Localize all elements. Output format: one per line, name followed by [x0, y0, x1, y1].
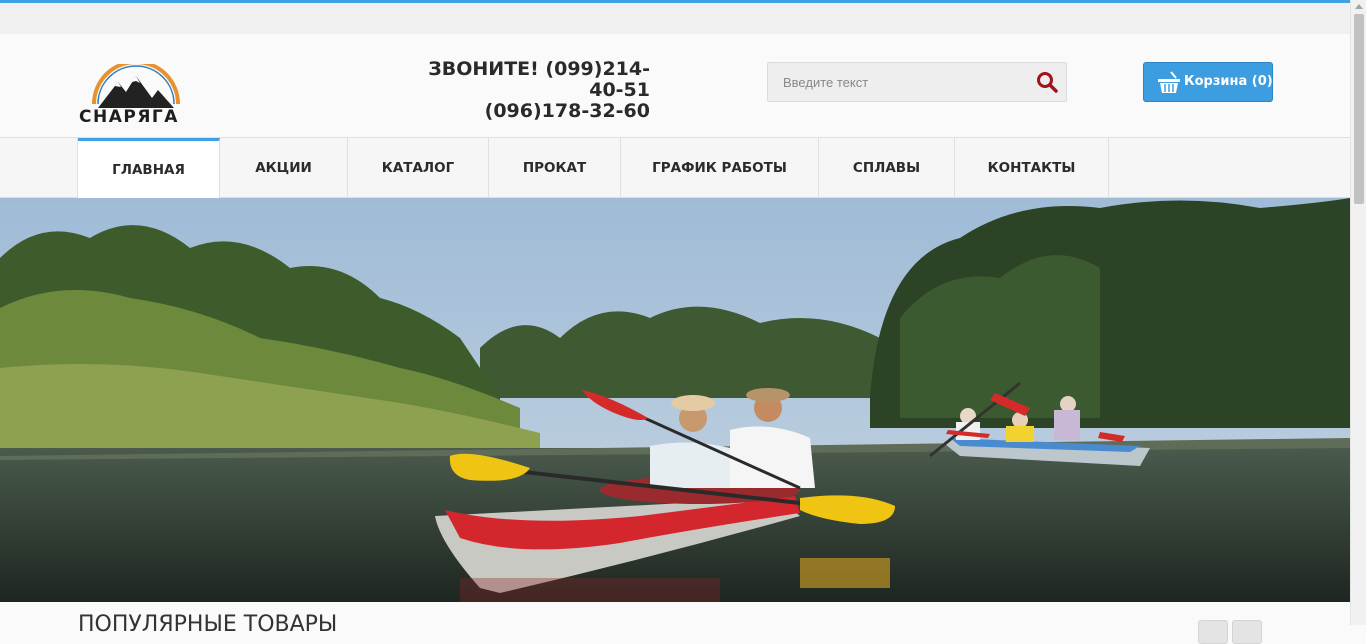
hero-banner[interactable] [0, 198, 1350, 602]
nav-item-promotions[interactable]: АКЦИИ [220, 138, 348, 198]
cart-label: Корзина (0) [1184, 74, 1273, 89]
nav-item-schedule[interactable]: ГРАФИК РАБОТЫ [621, 138, 819, 198]
site-logo[interactable]: СНАРЯГА [78, 60, 194, 128]
scroll-up-icon[interactable] [1355, 4, 1363, 9]
mountain-logo-icon [92, 60, 180, 108]
search-button[interactable] [1036, 71, 1058, 93]
phone-block: ЗВОНИТЕ! (099)214-40-51 (096)178-32-60 [400, 59, 650, 122]
slider-prev-button[interactable] [1198, 620, 1228, 644]
nav-item-contacts[interactable]: КОНТАКТЫ [955, 138, 1109, 198]
phone-line-1: ЗВОНИТЕ! (099)214-40-51 [428, 58, 650, 101]
kayak-river-photo [0, 198, 1350, 602]
top-bar [0, 3, 1350, 34]
basket-icon [1158, 71, 1180, 93]
main-nav: ГЛАВНАЯ АКЦИИ КАТАЛОГ ПРОКАТ ГРАФИК РАБО… [0, 138, 1350, 198]
page-scrollbar[interactable] [1350, 0, 1366, 625]
search-input[interactable] [768, 63, 1023, 101]
search-box [767, 62, 1067, 102]
nav-item-rafting[interactable]: СПЛАВЫ [819, 138, 955, 198]
search-icon [1037, 72, 1058, 93]
scrollbar-thumb[interactable] [1354, 14, 1364, 204]
site-header: СНАРЯГА ЗВОНИТЕ! (099)214-40-51 (096)178… [0, 34, 1350, 138]
nav-item-home[interactable]: ГЛАВНАЯ [78, 138, 220, 198]
phone-line-2: (096)178-32-60 [484, 100, 650, 122]
slider-controls [1198, 620, 1262, 644]
nav-item-catalog[interactable]: КАТАЛОГ [348, 138, 489, 198]
slider-next-button[interactable] [1232, 620, 1262, 644]
logo-text: СНАРЯГА [79, 107, 179, 127]
nav-item-rental[interactable]: ПРОКАТ [489, 138, 621, 198]
cart-button[interactable]: Корзина (0) [1143, 62, 1273, 102]
